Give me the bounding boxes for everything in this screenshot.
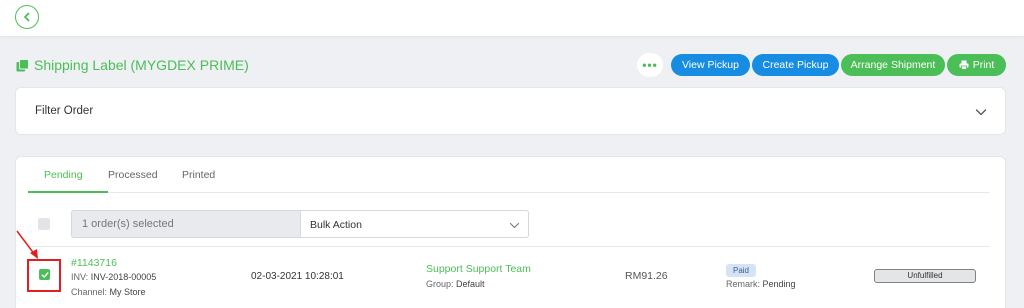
invoice-label: INV: xyxy=(71,272,89,282)
print-label: Print xyxy=(972,59,995,71)
page-title-text: Shipping Label (MYGDEX PRIME) xyxy=(34,57,249,73)
group-value: Default xyxy=(456,279,485,289)
highlight-box xyxy=(27,259,61,292)
arrange-shipment-label: Arrange Shipment xyxy=(850,59,936,71)
order-amount: RM91.26 xyxy=(625,270,668,282)
channel-value: My Store xyxy=(109,287,146,297)
group-label: Group: xyxy=(426,279,454,289)
order-channel: Channel: My Store xyxy=(71,287,146,297)
back-button[interactable] xyxy=(15,5,39,29)
red-arrow-annotation xyxy=(16,230,38,259)
tab-printed[interactable]: Printed xyxy=(182,169,215,181)
view-pickup-label: View Pickup xyxy=(681,59,739,71)
view-pickup-button[interactable]: View Pickup xyxy=(671,54,750,76)
tab-processed[interactable]: Processed xyxy=(108,169,158,181)
create-pickup-button[interactable]: Create Pickup xyxy=(752,54,839,76)
bulk-action-label: Bulk Action xyxy=(310,219,362,231)
active-tab-indicator xyxy=(28,191,108,193)
selected-count-text: 1 order(s) selected xyxy=(82,218,174,230)
order-invoice: INV: INV-2018-00005 xyxy=(71,272,156,282)
remark-value: Pending xyxy=(762,279,796,289)
chevron-left-icon xyxy=(24,12,30,22)
orders-panel: Pending Processed Printed 1 order(s) sel… xyxy=(15,156,1006,308)
print-button[interactable]: Print xyxy=(947,54,1006,76)
filter-order-label: Filter Order xyxy=(35,105,94,117)
payment-status-badge: Paid xyxy=(726,264,756,277)
remark-label: Remark: xyxy=(726,279,761,289)
chevron-down-icon xyxy=(509,222,520,229)
channel-label: Channel: xyxy=(71,287,108,297)
printer-icon xyxy=(959,60,969,70)
tab-pending[interactable]: Pending xyxy=(44,169,83,181)
chevron-down-icon[interactable] xyxy=(975,106,987,118)
more-dots-icon: ••• xyxy=(642,58,658,72)
fulfillment-status-badge: Unfulfilled xyxy=(874,269,976,283)
order-remark: Remark: Pending xyxy=(726,279,796,289)
page-title: Shipping Label (MYGDEX PRIME) xyxy=(16,57,249,73)
create-pickup-label: Create Pickup xyxy=(762,59,829,71)
bulk-action-select[interactable]: Bulk Action xyxy=(300,210,529,238)
more-options-button[interactable]: ••• xyxy=(637,53,663,77)
arrange-shipment-button[interactable]: Arrange Shipment xyxy=(841,54,945,76)
order-date: 02-03-2021 10:28:01 xyxy=(251,271,344,282)
filter-order-panel[interactable]: Filter Order xyxy=(15,87,1006,135)
row-divider xyxy=(28,246,990,247)
copy-icon xyxy=(16,58,29,71)
team-link[interactable]: Support Support Team xyxy=(426,263,531,275)
order-id-link[interactable]: #1143716 xyxy=(71,257,117,269)
selected-count-field: 1 order(s) selected xyxy=(71,210,301,238)
status-tabs: Pending Processed Printed xyxy=(28,157,990,193)
top-bar xyxy=(0,0,1024,36)
invoice-value: INV-2018-00005 xyxy=(90,272,157,282)
order-group: Group: Default xyxy=(426,279,485,289)
